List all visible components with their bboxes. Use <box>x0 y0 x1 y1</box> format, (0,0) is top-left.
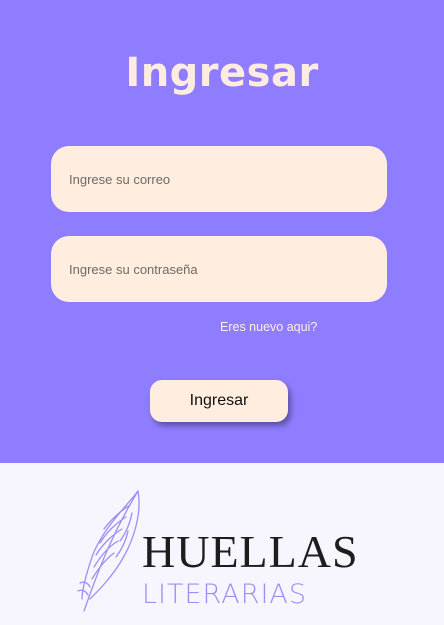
login-button[interactable]: Ingresar <box>150 380 288 422</box>
password-field[interactable] <box>51 236 387 302</box>
login-panel: Ingresar Eres nuevo aqui? Ingresar <box>0 0 444 463</box>
brand-name: HUELLAS <box>142 526 359 577</box>
email-field[interactable] <box>51 146 387 212</box>
feather-icon <box>77 490 140 612</box>
register-link[interactable]: Eres nuevo aqui? <box>220 320 317 334</box>
page-title: Ingresar <box>125 50 319 96</box>
footer: HUELLAS LITERARIAS <box>0 463 444 625</box>
login-page: Ingresar Eres nuevo aqui? Ingresar <box>0 0 444 625</box>
brand-logo: HUELLAS LITERARIAS <box>76 487 376 615</box>
brand-subtitle: LITERARIAS <box>142 579 308 610</box>
